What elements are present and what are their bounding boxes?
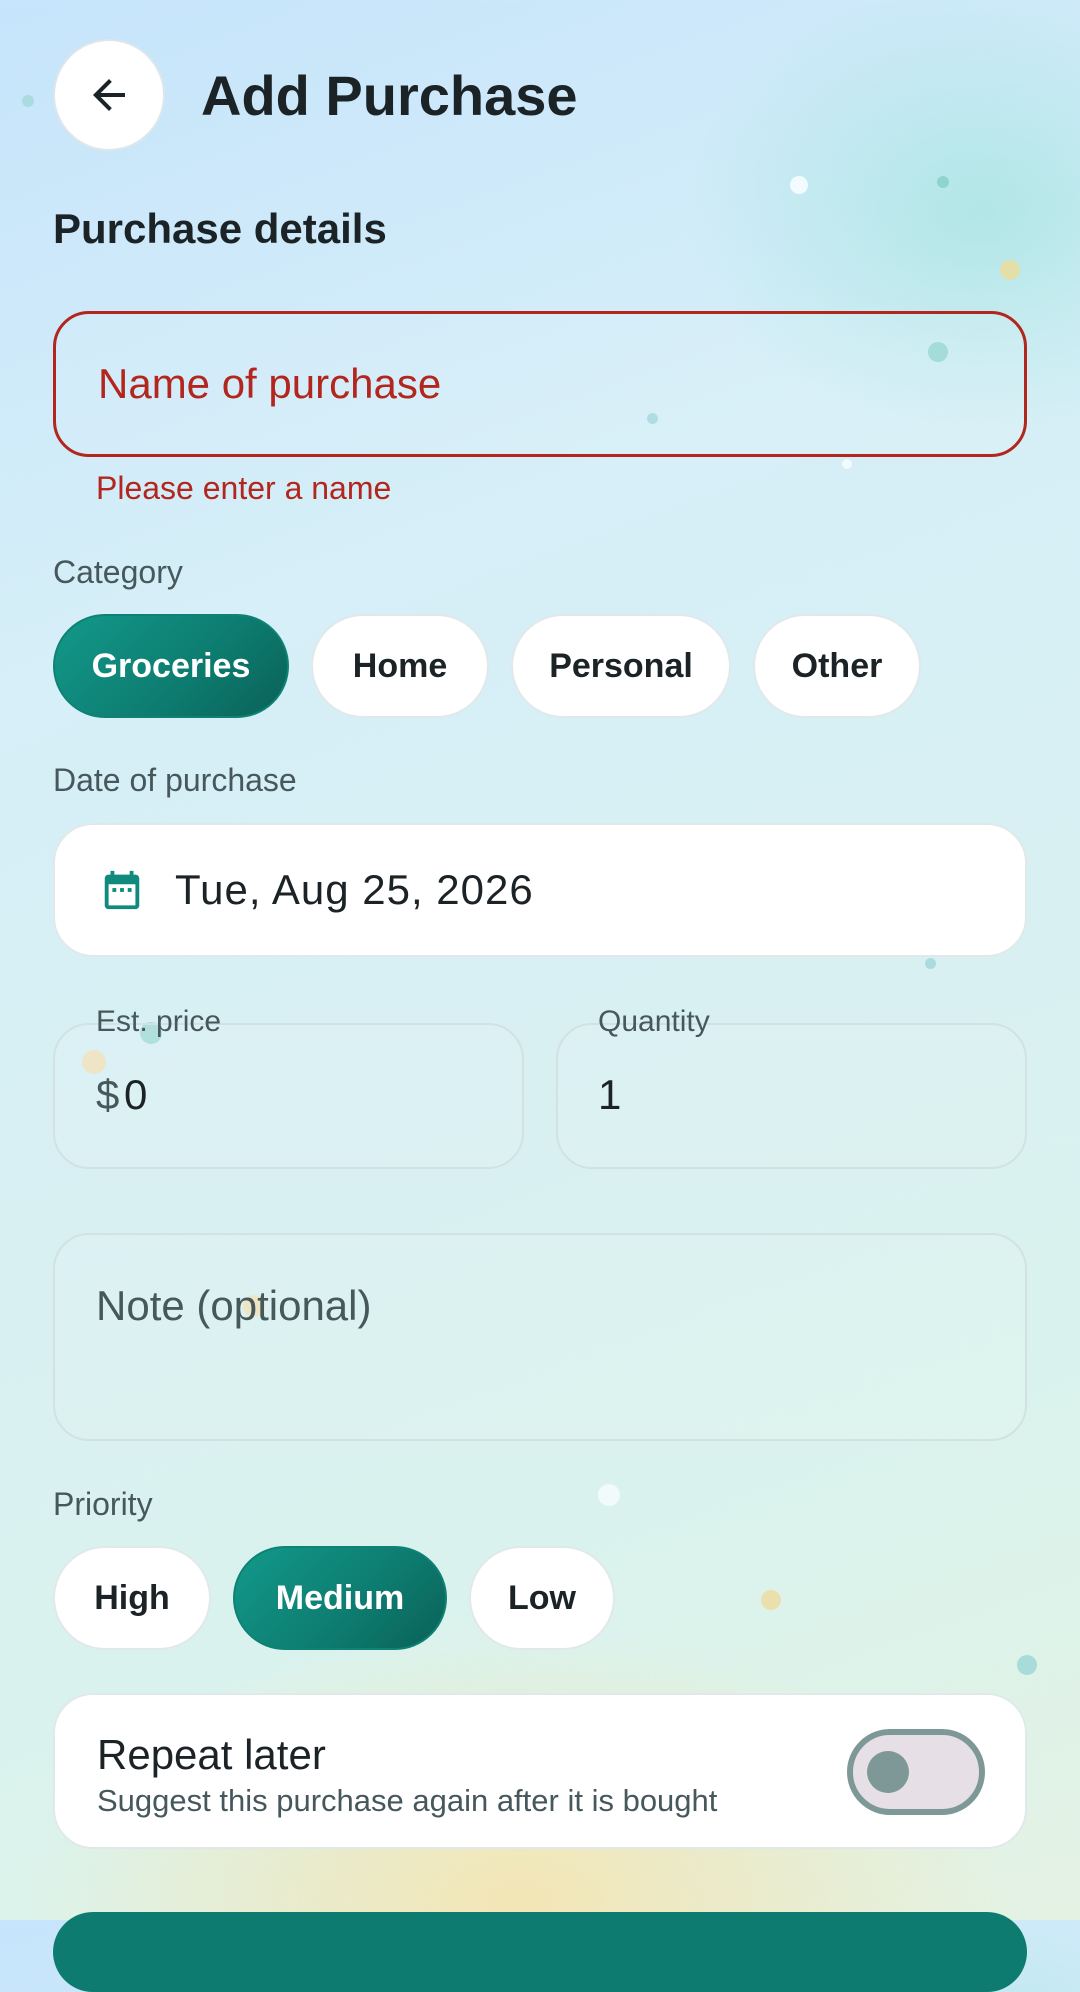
category-label: Category <box>53 554 183 590</box>
arrow-left-icon <box>93 79 125 111</box>
decorative-dot <box>925 958 936 969</box>
category-chip-group: Groceries Home Personal Other <box>53 614 943 718</box>
repeat-later-title: Repeat later <box>97 1731 326 1778</box>
date-value: Tue, Aug 25, 2026 <box>175 866 534 913</box>
priority-chip-low[interactable]: Low <box>469 1546 615 1650</box>
category-chip-personal[interactable]: Personal <box>511 614 731 718</box>
decorative-dot <box>761 1590 781 1610</box>
category-chip-home[interactable]: Home <box>311 614 489 718</box>
category-chip-groceries[interactable]: Groceries <box>53 614 289 718</box>
repeat-later-card: Repeat later Suggest this purchase again… <box>53 1693 1027 1849</box>
price-input[interactable]: 0 <box>124 1071 147 1119</box>
price-label: Est. price <box>96 1005 222 1038</box>
decorative-dot <box>22 95 34 107</box>
decorative-dot <box>842 459 852 469</box>
decorative-dot <box>1017 1655 1037 1675</box>
calendar-icon <box>104 870 140 910</box>
decorative-dot <box>790 176 808 194</box>
repeat-later-subtitle: Suggest this purchase again after it is … <box>97 1783 718 1818</box>
quantity-label: Quantity <box>598 1005 710 1038</box>
name-input[interactable] <box>96 359 1024 409</box>
section-title: Purchase details <box>53 205 387 252</box>
page-title: Add Purchase <box>201 63 578 127</box>
priority-label: Priority <box>53 1486 153 1522</box>
app-header: Add Purchase <box>53 38 578 152</box>
repeat-later-toggle[interactable] <box>847 1729 985 1815</box>
toggle-thumb <box>867 1751 909 1793</box>
note-placeholder: Note (optional) <box>96 1282 372 1329</box>
note-field[interactable] <box>53 1233 1027 1441</box>
priority-chip-medium[interactable]: Medium <box>233 1546 447 1650</box>
priority-chip-group: High Medium Low <box>53 1546 637 1650</box>
save-button[interactable] <box>53 1912 1027 1992</box>
quantity-input[interactable]: 1 <box>598 1071 621 1119</box>
name-field[interactable] <box>53 311 1027 457</box>
category-chip-other[interactable]: Other <box>753 614 921 718</box>
date-picker-field[interactable]: Tue, Aug 25, 2026 <box>53 823 1027 957</box>
decorative-dot <box>598 1484 620 1506</box>
priority-chip-high[interactable]: High <box>53 1546 211 1650</box>
currency-symbol: $ <box>96 1071 120 1118</box>
name-error-text: Please enter a name <box>96 470 392 506</box>
decorative-dot <box>1000 260 1020 280</box>
decorative-dot <box>937 176 949 188</box>
date-label: Date of purchase <box>53 762 297 798</box>
quantity-field[interactable] <box>556 1023 1027 1169</box>
back-button[interactable] <box>53 39 165 151</box>
